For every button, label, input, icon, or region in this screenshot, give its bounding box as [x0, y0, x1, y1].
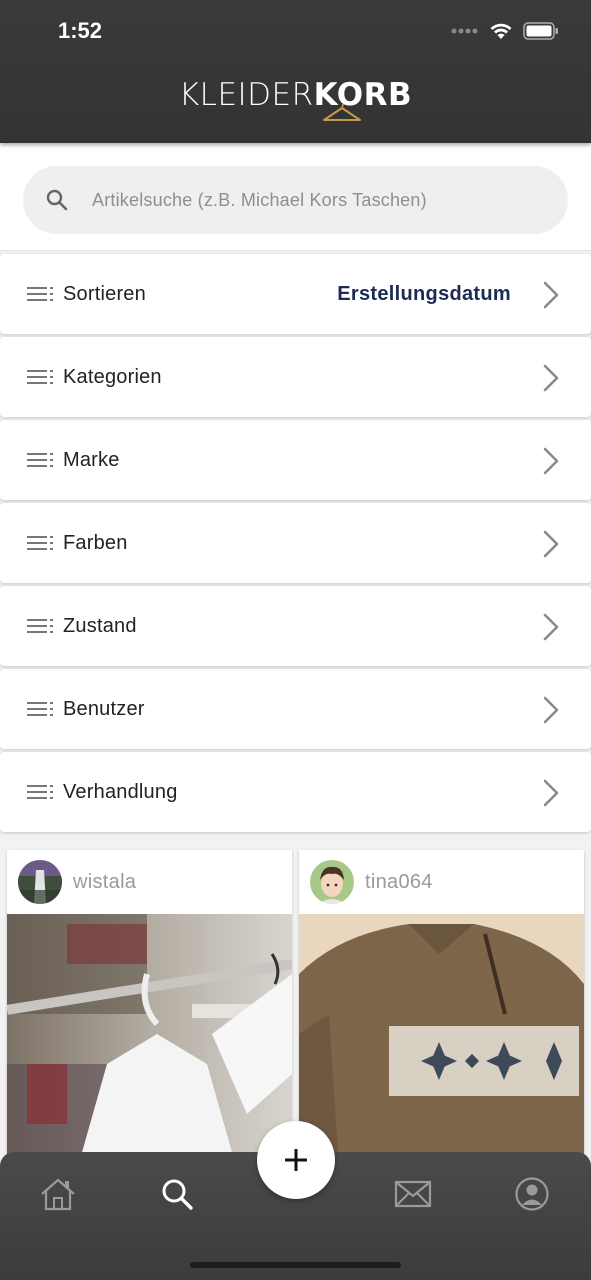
filter-value: Erstellungsdatum [337, 282, 511, 305]
card-username[interactable]: wistala [73, 871, 136, 894]
search-placeholder: Artikelsuche (z.B. Michael Kors Taschen) [92, 189, 427, 210]
chevron-right-icon [543, 364, 559, 392]
list-icon [27, 785, 53, 799]
brown-fleece-sweater-photo [299, 914, 584, 1170]
tab-profile[interactable] [512, 1174, 552, 1214]
plus-icon [285, 1149, 307, 1171]
filter-label: Farben [63, 531, 128, 554]
list-icon [27, 287, 53, 301]
search-icon [46, 189, 68, 211]
product-image[interactable] [299, 914, 584, 1170]
filter-row-zustand[interactable]: Zustand [0, 586, 591, 666]
filter-row-benutzer[interactable]: Benutzer [0, 669, 591, 749]
home-icon [41, 1178, 75, 1211]
filter-label: Verhandlung [63, 780, 178, 803]
status-icons [451, 22, 559, 40]
filter-label: Zustand [63, 614, 137, 637]
list-icon [27, 453, 53, 467]
app-header: 1:52 KLEIDERKORB [0, 0, 591, 143]
filter-row-verhandlung[interactable]: Verhandlung [0, 752, 591, 832]
card-header: tina064 [299, 850, 584, 914]
filter-row-kategorien[interactable]: Kategorien [0, 337, 591, 417]
search-icon [162, 1179, 193, 1210]
list-icon [27, 370, 53, 384]
app-logo: KLEIDERKORB [0, 78, 591, 112]
filter-label: Benutzer [63, 697, 145, 720]
filter-row-sortieren[interactable]: Sortieren Erstellungsdatum [0, 254, 591, 334]
signal-icon [451, 28, 478, 34]
white-shirt-on-hanger-photo [7, 914, 292, 1170]
mail-icon [394, 1180, 432, 1208]
list-icon [27, 619, 53, 633]
product-image[interactable] [7, 914, 292, 1170]
filter-row-marke[interactable]: Marke [0, 420, 591, 500]
logo-text-thin: KLEIDER [178, 77, 314, 113]
chevron-right-icon [543, 447, 559, 475]
chevron-right-icon [543, 696, 559, 724]
chevron-right-icon [543, 779, 559, 807]
chevron-right-icon [543, 281, 559, 309]
chevron-right-icon [543, 613, 559, 641]
waterfall-avatar-icon [18, 860, 62, 904]
filter-label: Marke [63, 448, 120, 471]
tab-home[interactable] [38, 1174, 78, 1214]
product-card[interactable]: tina064 [299, 850, 584, 1170]
product-card[interactable]: wistala [7, 850, 292, 1170]
battery-icon [523, 22, 558, 40]
app-screen: 1:52 KLEIDERKORB Artikelsuche (z.B. Mich… [0, 0, 591, 1280]
card-username[interactable]: tina064 [365, 871, 433, 894]
tab-messages[interactable] [393, 1174, 433, 1214]
list-icon [27, 702, 53, 716]
hanger-logo-icon [323, 104, 361, 121]
filter-list: Sortieren Erstellungsdatum Kategorien Ma… [0, 254, 591, 835]
avatar[interactable] [18, 860, 62, 904]
cartoon-person-avatar-icon [310, 860, 354, 904]
search-section: Artikelsuche (z.B. Michael Kors Taschen) [0, 143, 591, 251]
profile-icon [515, 1177, 549, 1211]
search-input[interactable]: Artikelsuche (z.B. Michael Kors Taschen) [23, 166, 568, 234]
filter-label: Kategorien [63, 365, 162, 388]
tab-search[interactable] [157, 1174, 197, 1214]
wifi-icon [490, 23, 512, 39]
add-item-button[interactable] [257, 1121, 335, 1199]
list-icon [27, 536, 53, 550]
avatar[interactable] [310, 860, 354, 904]
chevron-right-icon [543, 530, 559, 558]
status-time: 1:52 [58, 18, 103, 43]
filter-row-farben[interactable]: Farben [0, 503, 591, 583]
card-header: wistala [7, 850, 292, 914]
home-indicator[interactable] [190, 1262, 401, 1268]
filter-label: Sortieren [63, 282, 146, 305]
